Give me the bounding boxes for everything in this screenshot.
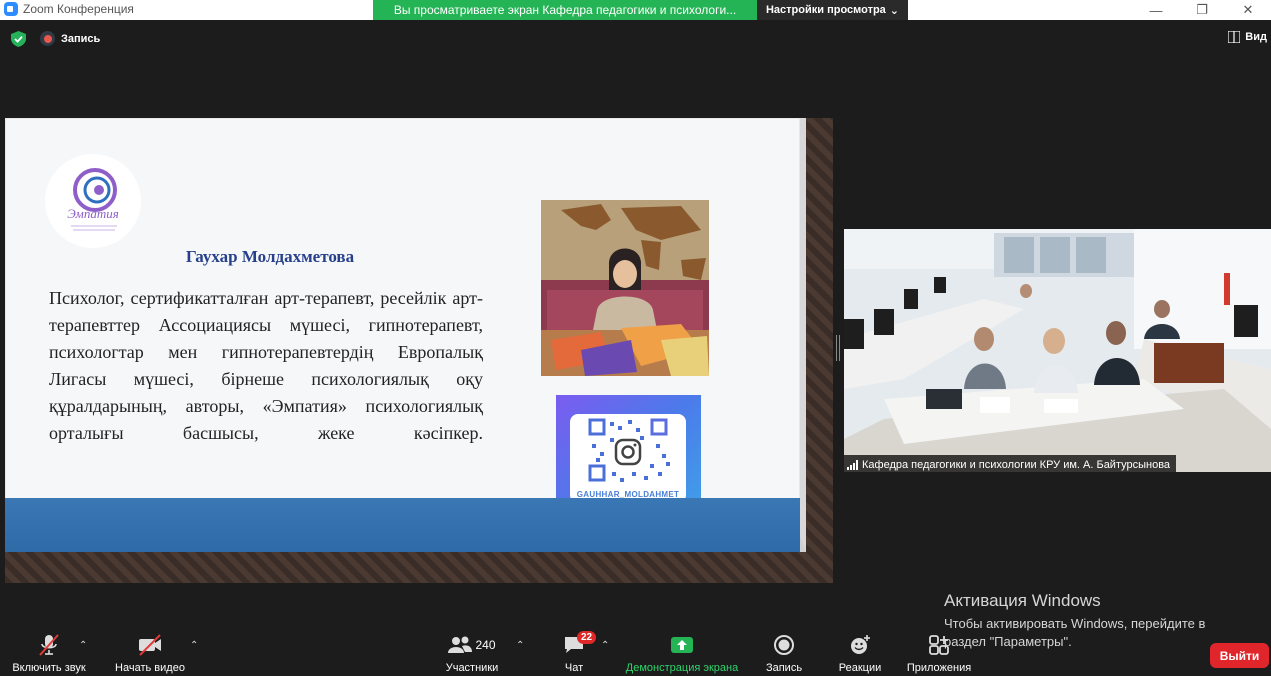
speaker-bio: Психолог, сертификатталған арт-терапевт,… [49, 288, 483, 443]
view-options-label: Настройки просмотра [765, 4, 886, 16]
app-title: Zoom Конференция [4, 2, 134, 16]
slide-footer-band [5, 498, 800, 552]
record-dot-icon [40, 31, 55, 46]
grid-view-icon [1228, 31, 1241, 43]
participants-label: Участники [445, 662, 499, 674]
chat-icon-wrap: 22 [563, 631, 597, 657]
participants-options-caret-icon[interactable]: ⌃ [516, 640, 524, 651]
mic-muted-icon [39, 633, 59, 657]
shared-screen: Эмпатия Гаухар Молдахметова Психолог, се… [5, 118, 833, 583]
window-controls: — ❐ ✕ [1133, 0, 1271, 20]
apps-label: Приложения [906, 662, 972, 674]
windows-activation-line2: раздел "Параметры". [944, 634, 1072, 649]
participants-icon-group: 240 [448, 633, 496, 657]
reactions-smiley-icon [849, 633, 871, 657]
share-screen-button[interactable]: Демонстрация экрана [623, 633, 741, 674]
windows-activation-title: Активация Windows [944, 591, 1101, 610]
speaker-photo [541, 200, 709, 376]
start-video-label: Начать видео [115, 662, 185, 674]
leave-meeting-button[interactable]: Выйти [1210, 643, 1269, 668]
record-label: Запись [765, 662, 803, 674]
chat-label: Чат [564, 662, 584, 674]
record-icon [773, 633, 795, 657]
audio-options-caret-icon[interactable]: ⌃ [79, 640, 87, 651]
chevron-down-icon: ⌄ [889, 4, 900, 17]
view-button[interactable]: Вид [1228, 31, 1267, 43]
minimize-icon[interactable]: — [1133, 0, 1179, 20]
signal-strength-icon [847, 459, 858, 470]
windows-activation-watermark: Активация Windows Чтобы активировать Win… [944, 591, 1205, 651]
reactions-label: Реакции [838, 662, 882, 674]
camera-off-icon [137, 633, 163, 657]
restore-icon[interactable]: ❐ [1179, 0, 1225, 20]
qr-pattern-icon [588, 418, 670, 482]
participant-name-tag: Кафедра педагогики и психологии КРУ им. … [844, 455, 1177, 472]
logo-text: Эмпатия [67, 206, 119, 221]
apps-icon [928, 633, 950, 657]
close-icon[interactable]: ✕ [1225, 0, 1271, 20]
window-title: Zoom Конференция [23, 2, 134, 16]
empathy-logo: Эмпатия [45, 154, 141, 248]
share-screen-label: Демонстрация экрана [625, 662, 739, 674]
apps-button[interactable]: Приложения [904, 633, 974, 674]
qr-code: GAUHHAR_MOLDAHMET [570, 414, 686, 503]
start-video-button[interactable]: Начать видео [113, 633, 187, 674]
chat-options-caret-icon[interactable]: ⌃ [601, 640, 609, 651]
view-label: Вид [1245, 31, 1267, 43]
view-options-button[interactable]: Настройки просмотра ⌄ [757, 0, 908, 20]
presentation-slide: Эмпатия Гаухар Молдахметова Психолог, се… [5, 118, 806, 552]
split-resize-handle[interactable] [836, 335, 840, 361]
unmute-button[interactable]: Включить звук [9, 633, 89, 674]
security-shield-icon[interactable] [11, 31, 26, 47]
zoom-logo-icon [4, 2, 18, 16]
recording-indicator[interactable]: Запись [40, 31, 100, 46]
record-indicator-label: Запись [61, 32, 101, 45]
participants-count: 240 [475, 638, 496, 652]
record-button[interactable]: Запись [764, 633, 804, 674]
participant-video[interactable]: Кафедра педагогики и психологии КРУ им. … [844, 229, 1271, 472]
chat-unread-badge: 22 [577, 631, 597, 644]
unmute-label: Включить звук [12, 662, 86, 674]
speaker-name: Гаухар Молдахметова [185, 247, 355, 266]
reactions-button[interactable]: Реакции [837, 633, 883, 674]
classroom-video-frame [844, 229, 1271, 472]
participants-button[interactable]: 240 Участники [444, 633, 500, 674]
chat-button[interactable]: 22 Чат [560, 631, 597, 674]
windows-activation-line1: Чтобы активировать Windows, перейдите в [944, 616, 1206, 631]
people-icon [448, 636, 473, 653]
head-profile-icon [71, 168, 117, 231]
share-banner: Вы просматриваете экран Кафедра педагоги… [373, 0, 757, 20]
video-options-caret-icon[interactable]: ⌃ [190, 640, 198, 651]
participant-name: Кафедра педагогики и психологии КРУ им. … [862, 458, 1171, 471]
share-screen-icon [670, 633, 694, 657]
